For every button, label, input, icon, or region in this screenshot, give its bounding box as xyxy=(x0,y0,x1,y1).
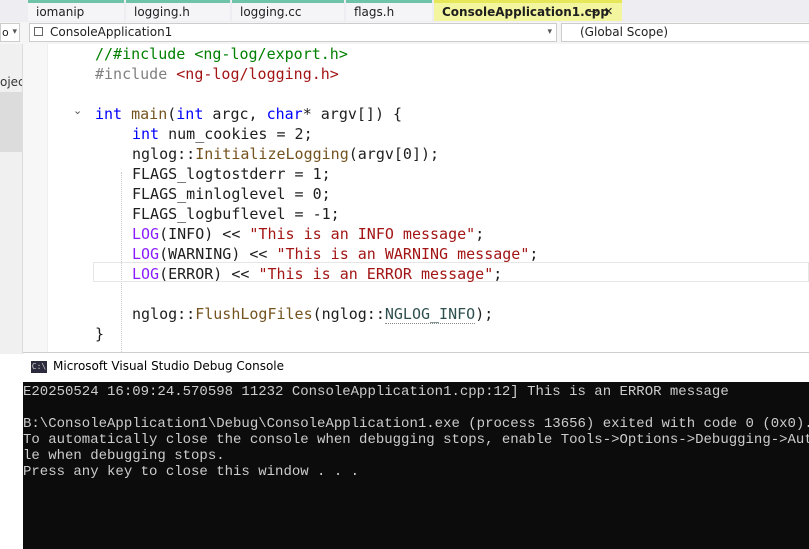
tab-iomanip[interactable]: iomanip xyxy=(28,0,124,21)
code-line-log-error: LOG(ERROR) << "This is an ERROR message"… xyxy=(132,265,503,283)
tab-label: logging.h xyxy=(134,5,190,19)
indicator-margin xyxy=(23,44,48,354)
chevron-down-icon: ▾ xyxy=(547,27,552,37)
dropdown-label: o xyxy=(2,26,9,39)
console-line: le when debugging stops. xyxy=(23,448,225,464)
close-icon[interactable]: ✕ xyxy=(604,3,613,21)
code-line-init-logging: nglog::InitializeLogging(argv[0]); xyxy=(132,145,440,163)
console-line: B:\ConsoleApplication1\Debug\ConsoleAppl… xyxy=(23,416,809,432)
console-title: Microsoft Visual Studio Debug Console xyxy=(53,359,285,373)
code-line-1: //#include <ng-log/export.h> xyxy=(95,45,348,63)
solution-explorer-panel: ojec xyxy=(0,44,23,354)
tab-label: flags.h xyxy=(354,5,395,19)
project-name: ConsoleApplication1 xyxy=(50,25,173,39)
tab-label: iomanip xyxy=(36,5,85,19)
console-output[interactable]: E20250524 16:09:24.570598 11232 ConsoleA… xyxy=(23,382,809,549)
code-line-log-info: LOG(INFO) << "This is an INFO message"; xyxy=(132,225,485,243)
code-line-log-warning: LOG(WARNING) << "This is an WARNING mess… xyxy=(132,245,539,263)
scope-name: (Global Scope) xyxy=(580,25,669,39)
console-line: To automatically close the console when … xyxy=(23,432,809,448)
tab-consoleapplication1-cpp[interactable]: ConsoleApplication1.cpp ⊸ ✕ xyxy=(434,0,622,21)
code-line-num-cookies: int num_cookies = 2; xyxy=(132,125,313,143)
project-icon xyxy=(34,27,43,36)
tab-label: logging.cc xyxy=(240,5,302,19)
project-dropdown[interactable]: ConsoleApplication1 ▾ xyxy=(29,23,557,42)
code-line-minloglevel: FLAGS_minloglevel = 0; xyxy=(132,185,331,203)
code-line-close-brace: } xyxy=(95,325,105,343)
tab-logging-h[interactable]: logging.h xyxy=(126,0,230,21)
pin-icon[interactable]: ⊸ xyxy=(588,3,597,21)
selected-item-highlight xyxy=(0,92,22,152)
code-line-flush: nglog::FlushLogFiles(nglog::NGLOG_INFO); xyxy=(132,305,494,324)
scope-dropdown[interactable]: (Global Scope) xyxy=(561,23,809,42)
tab-logging-cc[interactable]: logging.cc xyxy=(232,0,344,21)
console-line: Press any key to close this window . . . xyxy=(23,464,360,480)
navigation-bar: o ▾ ConsoleApplication1 ▾ (Global Scope) xyxy=(0,22,809,45)
project-label-fragment[interactable]: ojec xyxy=(0,75,22,89)
debug-console-window[interactable]: C:\ Microsoft Visual Studio Debug Consol… xyxy=(23,352,809,549)
code-line-2: #include <ng-log/logging.h> xyxy=(95,65,339,83)
code-line-logtostderr: FLAGS_logtostderr = 1; xyxy=(132,165,331,183)
tab-flags-h[interactable]: flags.h xyxy=(346,0,432,21)
console-title-bar[interactable]: C:\ Microsoft Visual Studio Debug Consol… xyxy=(23,352,809,383)
console-line: E20250524 16:09:24.570598 11232 ConsoleA… xyxy=(23,384,729,400)
document-tab-strip: iomanip logging.h logging.cc flags.h Con… xyxy=(0,0,809,23)
solution-explorer-dropdown[interactable]: o ▾ xyxy=(0,23,20,42)
code-line-logbuflevel: FLAGS_logbuflevel = -1; xyxy=(132,205,340,223)
code-editor[interactable]: ⌄ //#include <ng-log/export.h> #include … xyxy=(23,44,809,354)
collapse-chevron-icon[interactable]: ⌄ xyxy=(73,104,82,117)
tab-label: ConsoleApplication1.cpp xyxy=(442,5,609,19)
console-icon: C:\ xyxy=(31,361,47,373)
chevron-down-icon: ▾ xyxy=(12,27,17,37)
code-line-main: int main(int argc, char* argv[]) { xyxy=(95,105,403,123)
